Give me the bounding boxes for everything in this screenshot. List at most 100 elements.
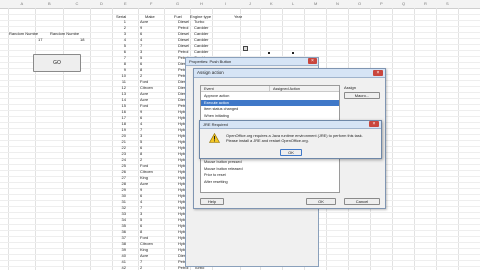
table-cell[interactable]: 21 — [112, 140, 126, 144]
table-cell[interactable]: 32 — [112, 206, 126, 210]
column-letter[interactable]: N — [336, 1, 339, 6]
table-cell[interactable]: 6 — [140, 194, 142, 198]
table-cell[interactable]: Cardder — [194, 26, 208, 30]
table-cell[interactable]: Diesel — [178, 44, 189, 48]
column-letter[interactable]: K — [270, 1, 273, 6]
table-cell[interactable]: Acre — [140, 182, 148, 186]
column-letter[interactable]: A — [21, 1, 24, 6]
table-cell[interactable]: 4 — [140, 200, 142, 204]
column-letter[interactable]: I — [225, 1, 226, 6]
go-button[interactable]: GO — [33, 54, 81, 72]
table-cell[interactable]: 8 — [140, 152, 142, 156]
selection-handle[interactable] — [268, 52, 270, 54]
table-cell[interactable]: 8 — [112, 62, 126, 66]
event-row[interactable]: Approve action — [201, 93, 339, 99]
column-letter[interactable]: G — [176, 1, 179, 6]
table-cell[interactable]: 35 — [112, 224, 126, 228]
column-letter[interactable]: P — [380, 1, 383, 6]
table-cell[interactable]: 7 — [140, 128, 142, 132]
table-cell[interactable]: 2 — [140, 266, 142, 270]
column-letter[interactable]: D — [100, 1, 103, 6]
table-cell[interactable]: 6 — [140, 116, 142, 120]
table-cell[interactable]: 30 — [112, 194, 126, 198]
table-cell[interactable]: 4 — [140, 38, 142, 42]
table-cell[interactable]: Ford — [140, 236, 148, 240]
close-icon[interactable]: × — [308, 58, 317, 64]
table-cell[interactable]: 8 — [140, 230, 142, 234]
assign-action-titlebar[interactable]: Assign action × — [194, 69, 385, 78]
column-letter[interactable]: J — [249, 1, 251, 6]
table-cell[interactable]: 13 — [112, 92, 126, 96]
table-cell[interactable]: 36 — [112, 230, 126, 234]
table-cell[interactable]: 2 — [140, 158, 142, 162]
table-cell[interactable]: Citroen — [140, 86, 153, 90]
table-cell[interactable]: 3 — [140, 134, 142, 138]
table-cell[interactable]: 14 — [112, 98, 126, 102]
table-cell[interactable]: 9 — [140, 188, 142, 192]
event-row[interactable]: Mouse button pressed — [201, 159, 339, 165]
event-row[interactable]: When initiating — [201, 113, 339, 119]
column-letter[interactable]: C — [76, 1, 79, 6]
table-cell[interactable]: 5 — [112, 44, 126, 48]
event-row[interactable]: Execute action — [201, 99, 339, 106]
table-cell[interactable]: 37 — [112, 236, 126, 240]
macro-button[interactable]: Macro... — [344, 92, 380, 99]
table-cell[interactable]: 7 — [140, 260, 142, 264]
column-letter[interactable]: B — [48, 1, 51, 6]
help-button[interactable]: Help — [200, 198, 224, 205]
table-cell[interactable]: 20 — [112, 134, 126, 138]
table-cell[interactable]: 3 — [140, 212, 142, 216]
table-cell[interactable]: 11 — [112, 80, 126, 84]
table-cell[interactable]: 39 — [112, 248, 126, 252]
table-cell[interactable]: 7 — [112, 56, 126, 60]
table-cell[interactable]: Citroen — [140, 170, 153, 174]
table-cell[interactable]: 31 — [112, 200, 126, 204]
table-cell[interactable]: 17 — [112, 116, 126, 120]
jre-ok-button[interactable]: OK — [280, 149, 302, 156]
table-cell[interactable]: 9 — [112, 68, 126, 72]
table-cell[interactable]: 5 — [140, 218, 142, 222]
table-cell[interactable]: Diesel — [178, 32, 189, 36]
table-cell[interactable]: 18 — [112, 122, 126, 126]
table-cell[interactable]: 2 — [112, 26, 126, 30]
table-cell[interactable]: 9 — [140, 110, 142, 114]
table-cell[interactable]: 29 — [112, 188, 126, 192]
table-cell[interactable]: 9 — [140, 26, 142, 30]
table-cell[interactable]: 22 — [112, 146, 126, 150]
column-letter[interactable]: R — [424, 1, 427, 6]
table-cell[interactable]: 27 — [112, 176, 126, 180]
table-cell[interactable]: 33 — [112, 212, 126, 216]
table-cell[interactable]: Cardder — [194, 38, 208, 42]
table-cell[interactable]: 7 — [140, 44, 142, 48]
event-row[interactable]: Prior to reset — [201, 172, 339, 178]
selection-handle[interactable] — [243, 46, 248, 51]
table-cell[interactable]: 10 — [112, 74, 126, 78]
table-cell[interactable]: 5 — [140, 56, 142, 60]
properties-titlebar[interactable]: Properties: Push Button × — [186, 58, 318, 66]
jre-required-dialog[interactable]: JRE Required × OpenOffice.org requires a… — [199, 120, 382, 159]
column-letter[interactable]: L — [292, 1, 294, 6]
table-cell[interactable]: 6 — [140, 146, 142, 150]
table-cell[interactable]: 3 — [112, 32, 126, 36]
table-cell[interactable]: Citroen — [140, 242, 153, 246]
event-row[interactable]: After resetting — [201, 179, 339, 185]
table-cell[interactable]: 6 — [140, 32, 142, 36]
close-icon[interactable]: × — [369, 121, 379, 127]
table-cell[interactable]: Petrol — [178, 26, 188, 30]
table-cell[interactable]: 12 — [112, 86, 126, 90]
table-cell[interactable]: 4 — [112, 38, 126, 42]
table-cell[interactable]: Ford — [140, 104, 148, 108]
table-cell[interactable]: Cardder — [194, 32, 208, 36]
table-cell[interactable]: 6 — [112, 50, 126, 54]
table-cell[interactable]: 19 — [112, 128, 126, 132]
table-cell[interactable]: Cardder — [194, 44, 208, 48]
table-cell[interactable]: 25 — [112, 164, 126, 168]
table-cell[interactable]: King — [140, 176, 148, 180]
column-letter[interactable]: F — [150, 1, 152, 6]
table-cell[interactable]: Diesel — [178, 20, 189, 24]
table-cell[interactable]: 42 — [112, 266, 126, 270]
table-cell[interactable]: 6 — [140, 62, 142, 66]
table-cell[interactable]: Acre — [140, 98, 148, 102]
table-cell[interactable]: 15 — [112, 104, 126, 108]
column-letter[interactable]: O — [358, 1, 361, 6]
